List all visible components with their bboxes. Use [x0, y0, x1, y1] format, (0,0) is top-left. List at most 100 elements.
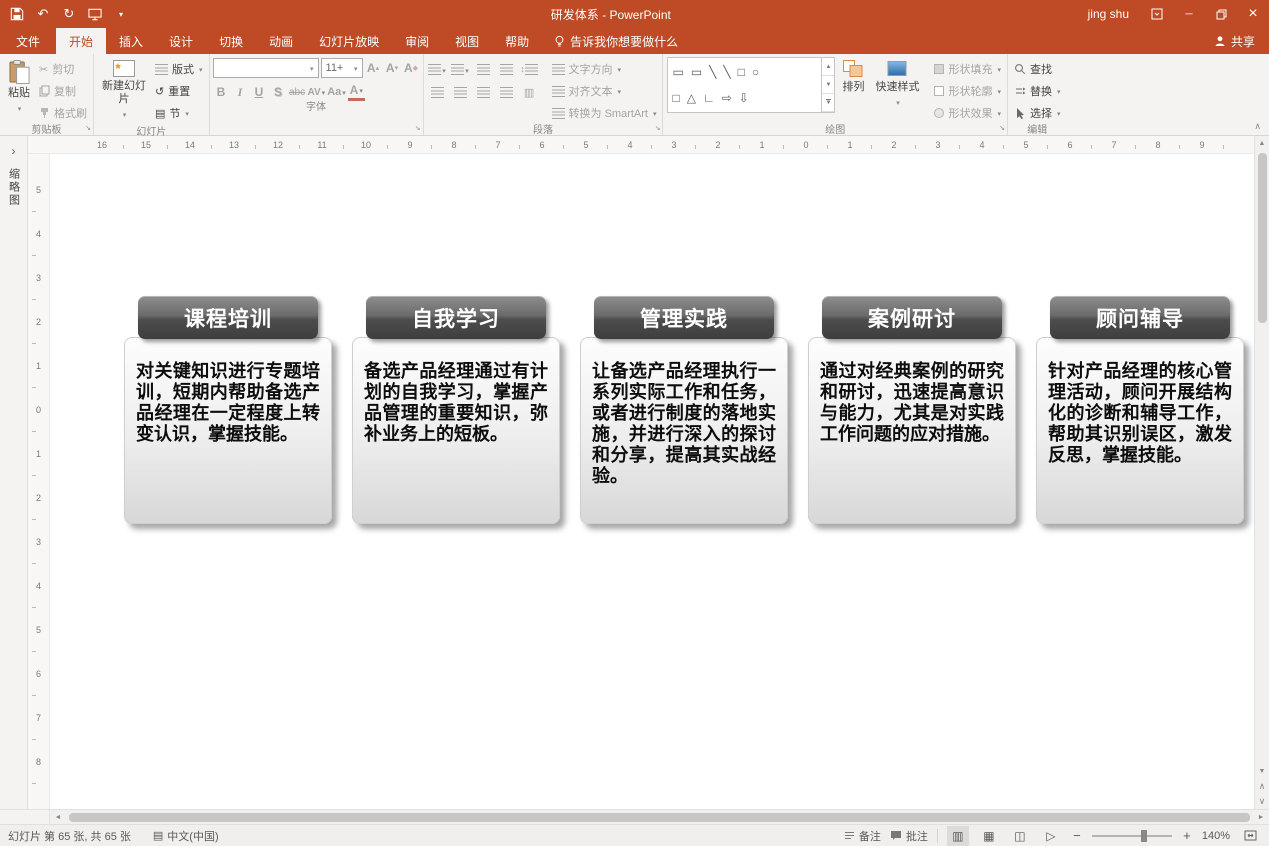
restore-button[interactable]	[1205, 0, 1237, 28]
ribbon-tab[interactable]: 视图	[442, 28, 492, 54]
slide-card[interactable]: 管理实践 让备选产品经理执行一系列实际工作和任务，或者进行制度的落地实施，并进行…	[580, 296, 788, 524]
strikethrough-button[interactable]: abc	[289, 83, 306, 101]
ribbon-tab[interactable]: 幻灯片放映	[306, 28, 392, 54]
replace-button[interactable]: 替换	[1012, 82, 1063, 100]
align-text-button[interactable]: 对齐文本	[550, 82, 659, 100]
ribbon-tab[interactable]: 帮助	[492, 28, 542, 54]
paragraph-dialog-launcher-icon[interactable]	[655, 124, 661, 132]
share-button[interactable]: 共享	[1200, 28, 1269, 54]
gallery-down-icon[interactable]	[822, 76, 834, 94]
vertical-scrollbar-thumb[interactable]	[1258, 153, 1267, 323]
scroll-right-icon[interactable]	[1253, 810, 1269, 824]
shape-icon[interactable]: △	[687, 92, 696, 105]
card-title[interactable]: 管理实践	[594, 296, 774, 339]
shape-icon[interactable]: ╲	[709, 66, 716, 79]
card-title[interactable]: 案例研讨	[822, 296, 1002, 339]
copy-button[interactable]: 复制	[37, 82, 89, 100]
clipboard-dialog-launcher-icon[interactable]	[85, 124, 91, 132]
font-dialog-launcher-icon[interactable]	[415, 124, 421, 132]
ribbon-tab[interactable]: 设计	[156, 28, 206, 54]
shape-fill-button[interactable]: 形状填充	[932, 60, 1003, 78]
find-button[interactable]: 查找	[1012, 60, 1063, 78]
card-title[interactable]: 顾问辅导	[1050, 296, 1230, 339]
shapes-gallery[interactable]: ▭▭╲╲□○ □△∟⇨⇩	[667, 57, 835, 113]
new-slide-dropdown-icon[interactable]	[122, 108, 127, 122]
customize-qat-icon[interactable]	[108, 0, 134, 28]
slide-sorter-view-button[interactable]	[978, 826, 1000, 846]
arrange-button[interactable]: 排列	[838, 57, 868, 96]
notes-button[interactable]: 备注	[844, 828, 881, 844]
shape-icon[interactable]: ▭	[672, 66, 683, 79]
align-center-icon[interactable]	[451, 83, 470, 101]
italic-button[interactable]: I	[232, 83, 249, 101]
ribbon-tab[interactable]: 插入	[106, 28, 156, 54]
normal-view-button[interactable]	[947, 826, 969, 846]
paste-dropdown-icon[interactable]	[17, 102, 22, 116]
change-case-button[interactable]: Aa	[327, 83, 346, 101]
shape-icon[interactable]: ∟	[703, 92, 715, 105]
previous-slide-icon[interactable]	[1255, 779, 1269, 794]
user-name[interactable]: jing shu	[1088, 7, 1129, 21]
ribbon-tab[interactable]: 动画	[256, 28, 306, 54]
shape-icon[interactable]: ⇩	[739, 92, 749, 105]
slide-card[interactable]: 案例研讨 通过对经典案例的研究和研讨，迅速提高意识与能力，尤其是对实践工作问题的…	[808, 296, 1016, 524]
shape-icon[interactable]: ⇨	[722, 92, 732, 105]
bold-button[interactable]: B	[213, 83, 230, 101]
align-left-icon[interactable]	[428, 83, 447, 101]
start-slideshow-icon[interactable]	[82, 0, 108, 28]
slide-card[interactable]: 自我学习 备选产品经理通过有计划的自我学习，掌握产品管理的重要知识，弥补业务上的…	[352, 296, 560, 524]
zoom-in-button[interactable]: +	[1181, 828, 1193, 843]
shape-icon[interactable]: ○	[752, 66, 759, 79]
minimize-button[interactable]	[1173, 0, 1205, 28]
zoom-slider-thumb[interactable]	[1141, 830, 1147, 842]
tab-file[interactable]: 文件	[0, 28, 56, 54]
ribbon-tab[interactable]: 审阅	[392, 28, 442, 54]
decrease-indent-icon[interactable]	[474, 60, 493, 78]
font-size-combo[interactable]: 11+	[321, 58, 363, 78]
zoom-out-button[interactable]: −	[1071, 828, 1083, 843]
slideshow-button[interactable]	[1040, 826, 1062, 846]
format-painter-button[interactable]: 格式刷	[37, 104, 89, 122]
close-button[interactable]	[1237, 0, 1269, 28]
zoom-level[interactable]: 140%	[1202, 830, 1230, 842]
expand-thumbnails-button[interactable]	[12, 144, 16, 158]
text-shadow-button[interactable]: S	[270, 83, 287, 101]
ribbon-tab[interactable]: 切换	[206, 28, 256, 54]
fit-to-window-button[interactable]	[1239, 826, 1261, 846]
scroll-up-icon[interactable]	[1255, 136, 1269, 151]
shape-outline-button[interactable]: 形状轮廓	[932, 82, 1003, 100]
horizontal-scrollbar-thumb[interactable]	[69, 813, 1250, 822]
horizontal-scrollbar[interactable]	[0, 809, 1269, 824]
shape-icon[interactable]: ▭	[691, 66, 702, 79]
card-body[interactable]: 针对产品经理的核心管理活动，顾问开展结构化的诊断和辅导工作，帮助其识别误区，激发…	[1036, 337, 1244, 524]
card-title[interactable]: 自我学习	[366, 296, 546, 339]
numbering-icon[interactable]	[451, 60, 470, 78]
convert-smartart-button[interactable]: 转换为 SmartArt	[550, 104, 659, 122]
card-body[interactable]: 备选产品经理通过有计划的自我学习，掌握产品管理的重要知识，弥补业务上的短板。	[352, 337, 560, 524]
underline-button[interactable]: U	[251, 83, 268, 101]
text-direction-button[interactable]: 文字方向	[550, 60, 659, 78]
cut-button[interactable]: ✂ 剪切	[37, 60, 89, 78]
font-name-combo[interactable]	[213, 58, 319, 78]
character-spacing-button[interactable]: AV	[308, 83, 326, 101]
drawing-dialog-launcher-icon[interactable]	[999, 124, 1005, 132]
card-body[interactable]: 通过对经典案例的研究和研讨，迅速提高意识与能力，尤其是对实践工作问题的应对措施。	[808, 337, 1016, 524]
increase-indent-icon[interactable]	[497, 60, 516, 78]
slide-canvas[interactable]: 课程培训 对关键知识进行专题培训，短期内帮助备选产品经理在一定程度上转变认识，掌…	[50, 154, 1254, 809]
font-color-button[interactable]: A	[348, 83, 365, 101]
section-button[interactable]: ▤ 节	[153, 104, 205, 122]
align-right-icon[interactable]	[474, 83, 493, 101]
scroll-left-icon[interactable]	[50, 810, 66, 824]
new-slide-button[interactable]: 新建幻灯片	[98, 57, 150, 124]
scroll-down-icon[interactable]	[1255, 764, 1269, 779]
slide-card[interactable]: 课程培训 对关键知识进行专题培训，短期内帮助备选产品经理在一定程度上转变认识，掌…	[124, 296, 332, 524]
ribbon-tab[interactable]: 开始	[56, 28, 106, 54]
zoom-slider[interactable]	[1092, 835, 1172, 837]
shape-icon[interactable]: ╲	[723, 66, 730, 79]
gallery-more-icon[interactable]	[822, 94, 834, 112]
collapse-ribbon-icon[interactable]	[1254, 121, 1261, 132]
gallery-up-icon[interactable]	[822, 58, 834, 76]
reading-view-button[interactable]	[1009, 826, 1031, 846]
justify-icon[interactable]	[497, 83, 516, 101]
tell-me-box[interactable]: 告诉我你想要做什么	[554, 28, 678, 54]
